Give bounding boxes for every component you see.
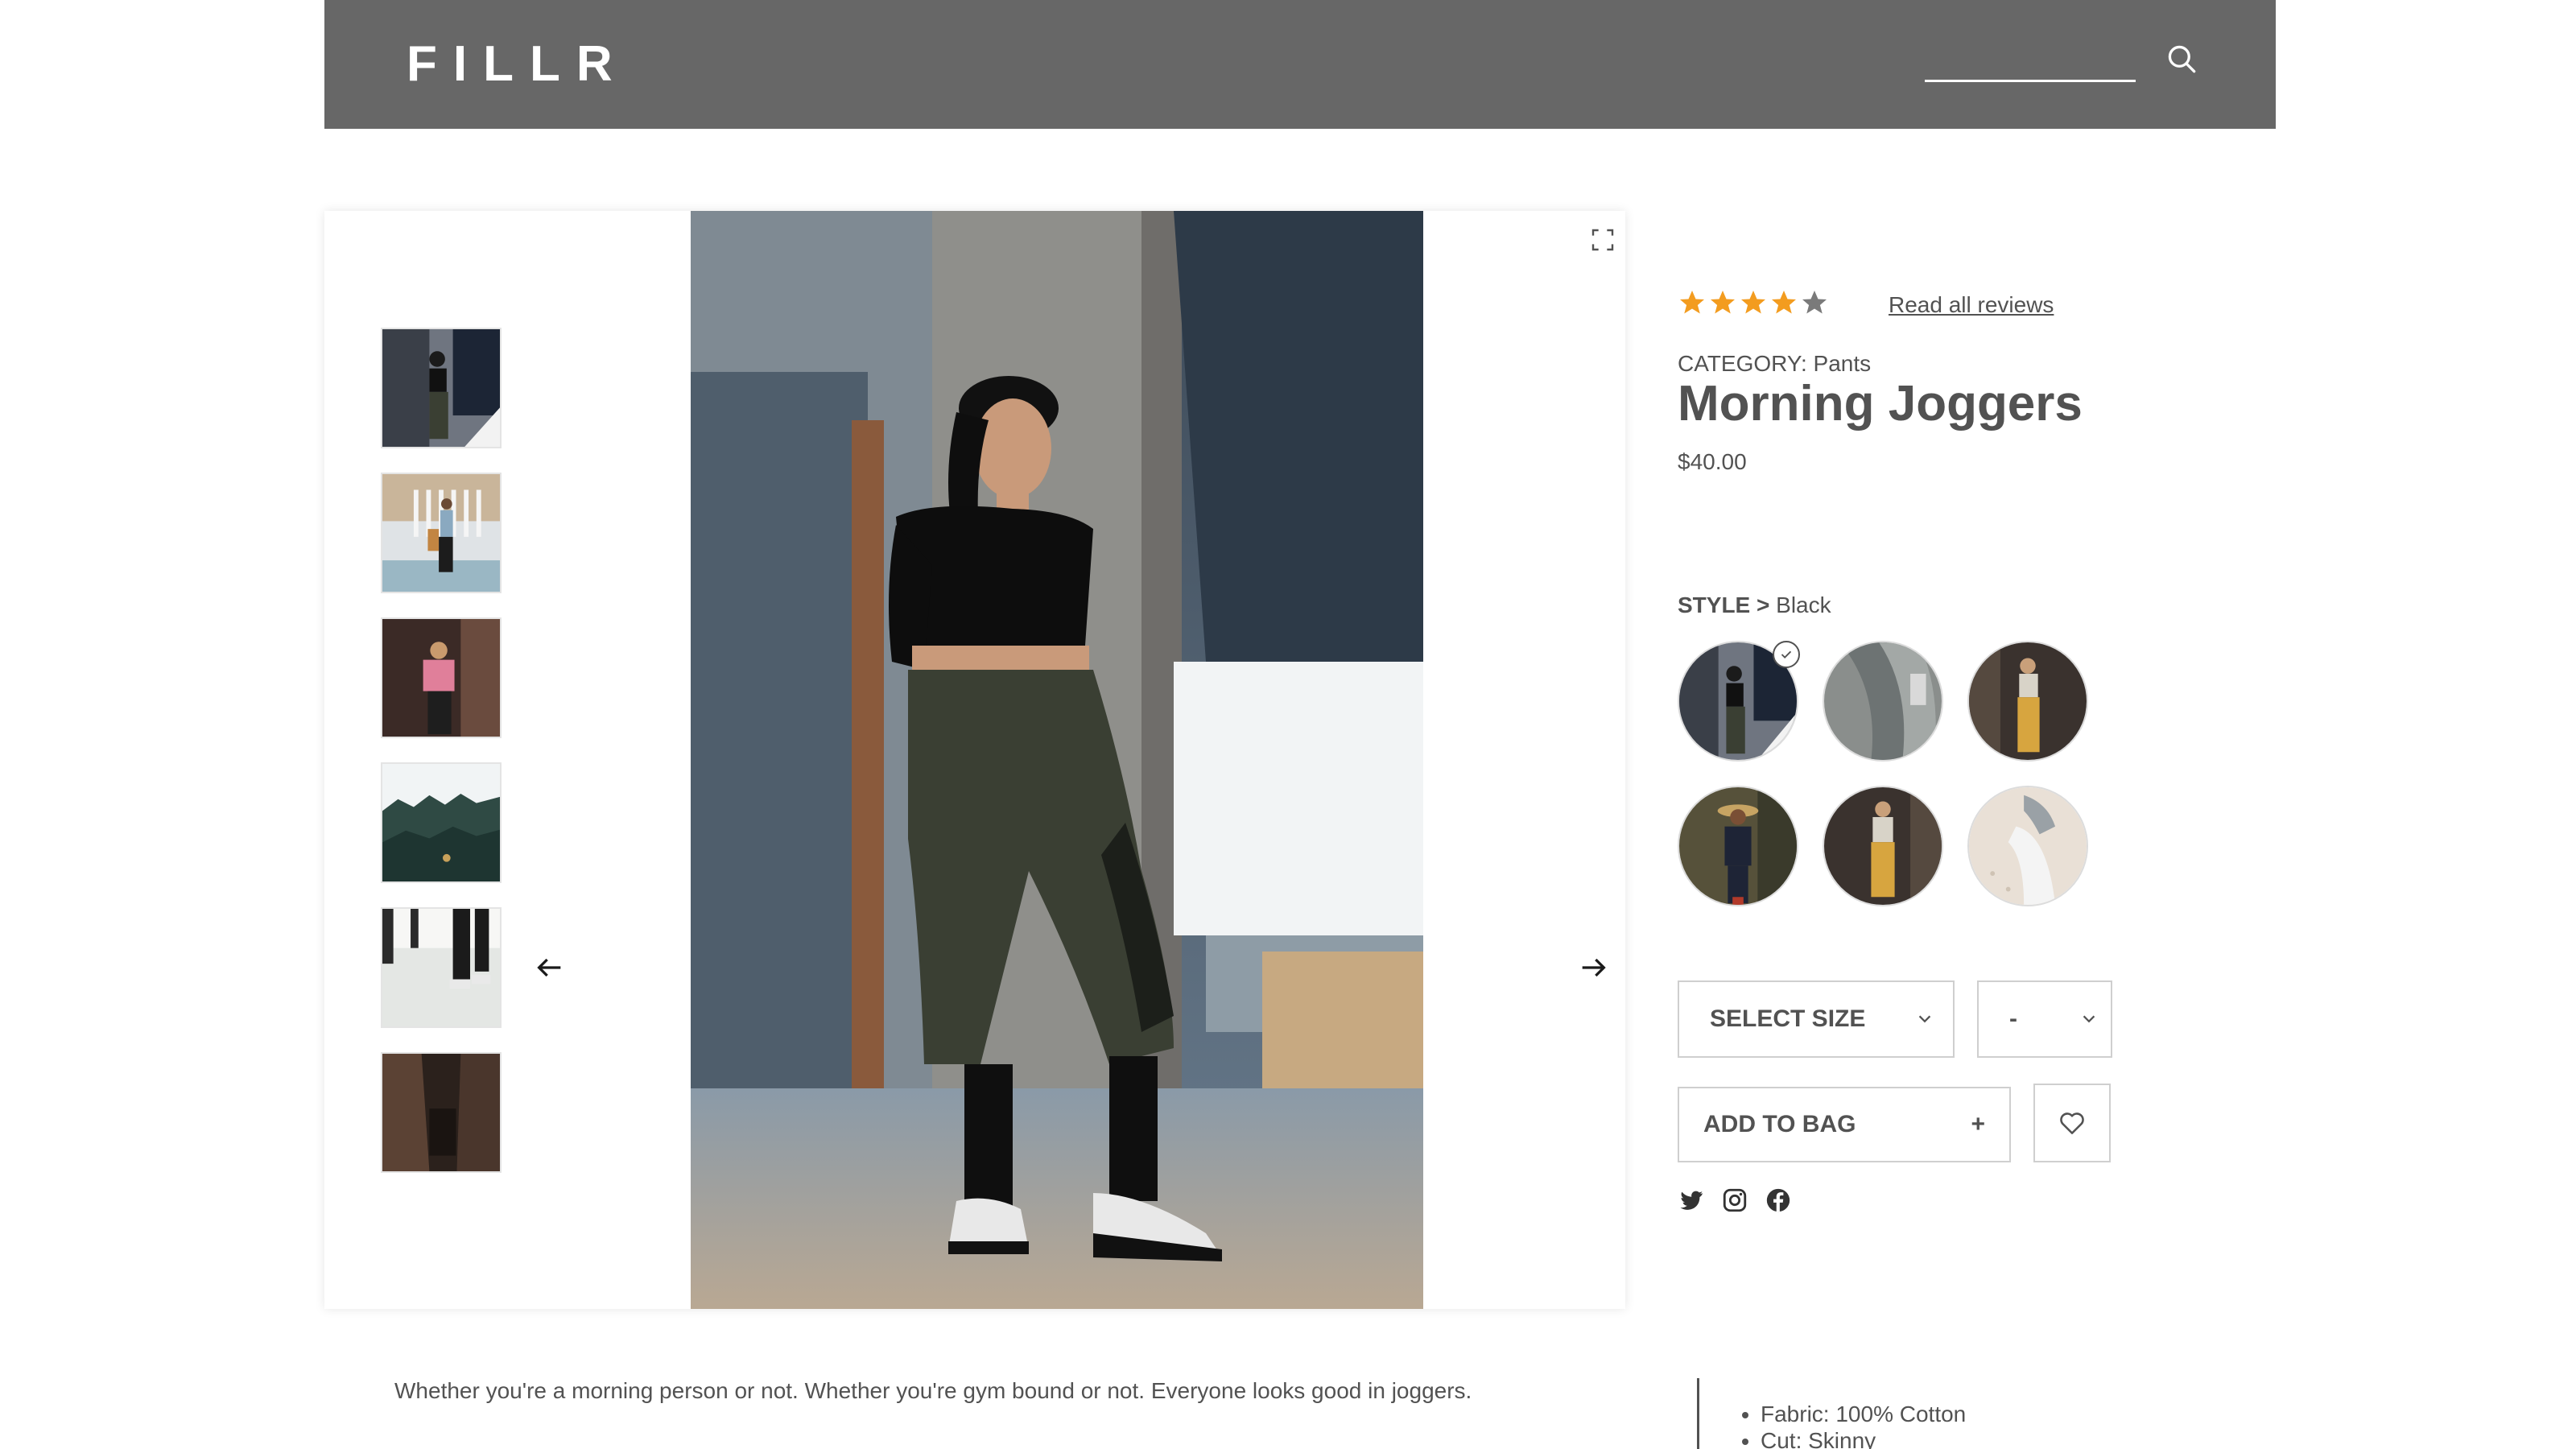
search-input[interactable] (1925, 40, 2136, 82)
size-select[interactable]: SELECT SIZE (1678, 980, 1955, 1058)
arrow-left-icon[interactable] (534, 952, 566, 984)
style-swatch-mustard[interactable] (1967, 641, 2088, 762)
thumbnail-1[interactable] (381, 328, 502, 448)
arrow-right-icon[interactable] (1577, 952, 1609, 984)
star-icon (1741, 291, 1765, 314)
search-icon[interactable] (2165, 42, 2200, 77)
plus-icon: + (1971, 1111, 1985, 1137)
add-to-bag-button[interactable]: ADD TO BAG + (1678, 1087, 2011, 1162)
thumbnail-4[interactable] (381, 762, 502, 883)
product-price: $40.00 (1678, 449, 1747, 474)
style-swatch-white[interactable] (1967, 786, 2088, 906)
thumbnail-6[interactable] (381, 1052, 502, 1173)
product-category: CATEGORY: Pants (1678, 351, 1872, 376)
logo[interactable]: FILLR (407, 35, 629, 93)
social-links (1678, 1187, 1792, 1214)
quantity-select[interactable]: - (1977, 980, 2112, 1058)
style-swatch-mustard-2[interactable] (1823, 786, 1943, 906)
style-swatch-grey[interactable] (1823, 641, 1943, 762)
style-label: STYLE > Black (1678, 592, 1831, 617)
twitter-icon[interactable] (1678, 1187, 1705, 1214)
favorite-button[interactable] (2033, 1084, 2111, 1162)
read-all-reviews-link[interactable]: Read all reviews (1889, 292, 2054, 318)
facebook-icon[interactable] (1765, 1187, 1792, 1214)
thumbnail-list (381, 328, 502, 1197)
chevron-down-icon (2083, 1015, 2095, 1023)
chevron-down-icon (1918, 1015, 1931, 1023)
star-rating (1678, 288, 1829, 317)
star-empty-icon (1802, 291, 1827, 314)
star-icon (1711, 291, 1735, 314)
site-header: FILLR (324, 0, 2276, 129)
main-product-image (691, 211, 1423, 1309)
product-description: Whether you're a morning person or not. … (394, 1378, 1472, 1403)
product-gallery (324, 211, 1625, 1309)
star-icon (1680, 291, 1704, 314)
product-name: Morning Joggers (1678, 376, 2083, 431)
style-swatch-navy[interactable] (1678, 786, 1798, 906)
selected-check-icon (1773, 641, 1800, 668)
thumbnail-3[interactable] (381, 617, 502, 738)
product-features: Fabric: 100% Cotton Cut: Skinny (1697, 1378, 1966, 1449)
feature-item: Fabric: 100% Cotton (1761, 1401, 1966, 1427)
style-selected: Black (1776, 592, 1831, 617)
heart-icon (2060, 1113, 2084, 1134)
thumbnail-2[interactable] (381, 473, 502, 593)
expand-icon[interactable] (1590, 227, 1616, 253)
feature-item: Cut: Skinny (1761, 1427, 1966, 1449)
thumbnail-5[interactable] (381, 907, 502, 1028)
star-icon (1772, 291, 1796, 314)
instagram-icon[interactable] (1721, 1187, 1748, 1214)
